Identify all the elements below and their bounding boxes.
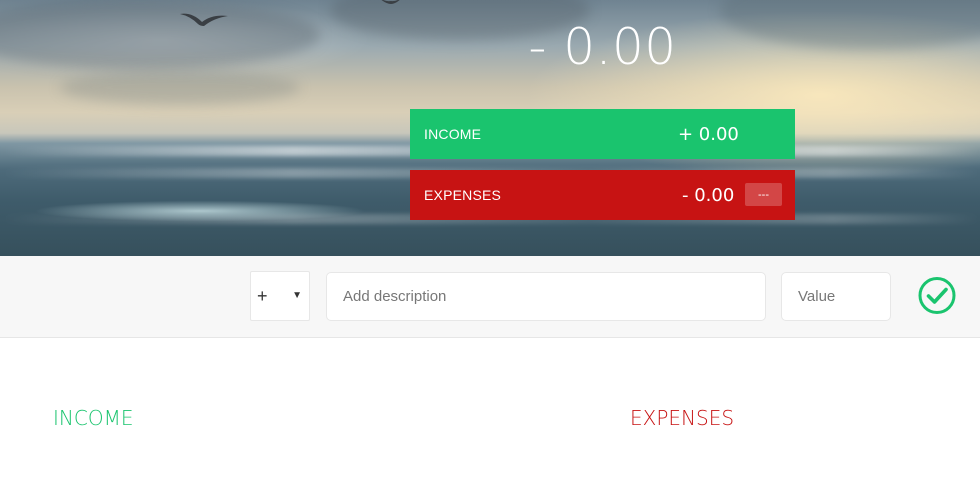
income-summary: Income + 0.00 bbox=[410, 109, 795, 159]
budget-total: - 0.00 bbox=[528, 18, 677, 76]
income-value: + 0.00 bbox=[678, 123, 739, 145]
cloud-shape bbox=[60, 70, 300, 105]
income-label: Income bbox=[424, 126, 482, 142]
check-circle-icon[interactable] bbox=[917, 276, 957, 316]
description-input[interactable]: Add description bbox=[326, 272, 766, 321]
surf-foam bbox=[0, 196, 420, 226]
caret-down-icon: ▼ bbox=[292, 290, 302, 301]
income-list-title: Income bbox=[53, 406, 134, 430]
seagull-icon bbox=[381, 0, 400, 4]
type-select-value: + bbox=[257, 286, 268, 306]
expenses-label: Expenses bbox=[424, 187, 502, 203]
seagull-icon bbox=[180, 13, 228, 26]
hero-header: - 0.00 Income + 0.00 Expenses - 0.00 --- bbox=[0, 0, 980, 256]
add-bar: + ▼ Add description Value bbox=[0, 256, 980, 338]
type-select[interactable]: + ▼ bbox=[250, 271, 310, 321]
expenses-list-title: Expenses bbox=[630, 406, 735, 430]
expenses-summary: Expenses - 0.00 --- bbox=[410, 170, 795, 220]
value-input[interactable]: Value bbox=[781, 272, 891, 321]
cloud-shape bbox=[0, 0, 320, 70]
expenses-percentage-badge: --- bbox=[745, 183, 782, 206]
